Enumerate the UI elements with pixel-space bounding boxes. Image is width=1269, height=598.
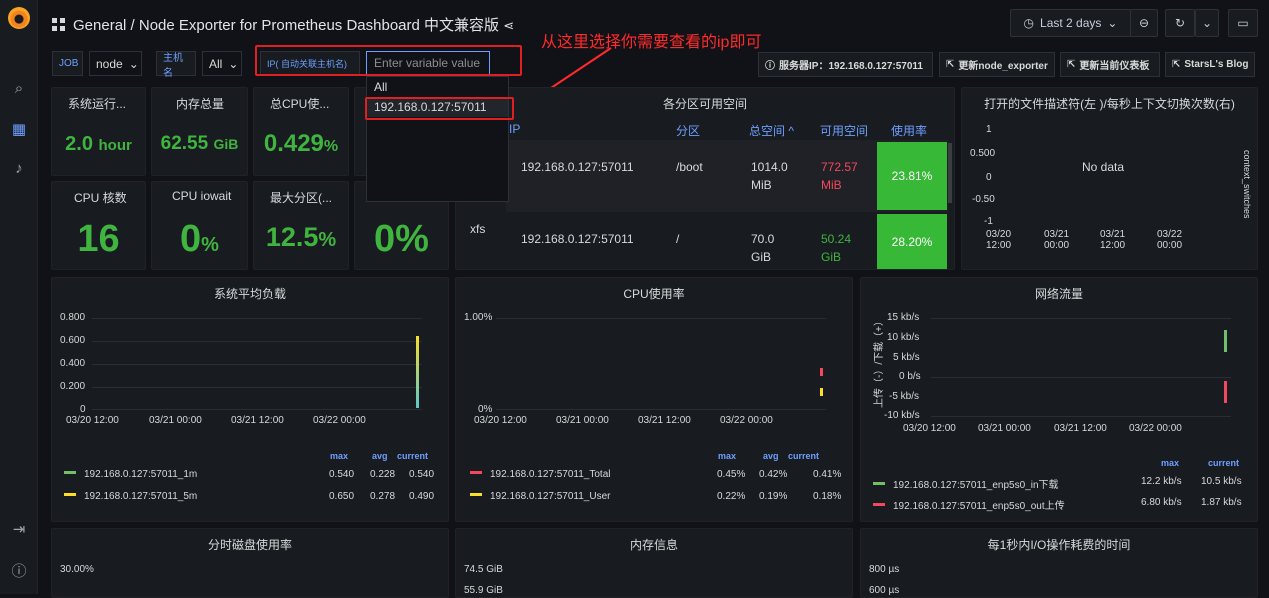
- disk-usage-panel: 分时磁盘使用率 30.00%: [51, 528, 449, 598]
- alert-bell-icon[interactable]: ♪: [0, 160, 38, 177]
- external-link-icon: ⇱: [946, 59, 955, 70]
- job-select[interactable]: node ⌄: [89, 51, 142, 76]
- host-label: 主机名: [156, 51, 196, 79]
- memory-info-panel: 内存信息 74.5 GiB 55.9 GiB: [455, 528, 853, 598]
- cpu-usage-panel: CPU使用率 1.00% 0% 03/20 12:00 03/21 00:00 …: [455, 277, 853, 522]
- disk-space-table: 各分区可用空间 IP 分区 总空间 ^ 可用空间 使用率 192.168.0.1…: [455, 87, 955, 270]
- refresh-interval-dropdown[interactable]: ⌄: [1195, 9, 1219, 37]
- sidebar: ⌕ ▦ ♪ ⇥ ⓘ: [0, 0, 38, 594]
- blog-link[interactable]: ⇱ StarsL's Blog: [1165, 52, 1255, 77]
- chevron-down-icon: ⌄: [128, 56, 139, 71]
- legend-item[interactable]: 192.168.0.127:57011_1m: [64, 469, 197, 480]
- refresh-button[interactable]: ↻: [1165, 9, 1195, 37]
- grafana-logo-icon[interactable]: [8, 7, 30, 29]
- chevron-down-icon: ⌄: [228, 56, 239, 71]
- zoom-out-button[interactable]: ⊖: [1130, 9, 1158, 37]
- col-avail[interactable]: 可用空间: [820, 122, 868, 139]
- info-icon: ⓘ: [765, 61, 775, 72]
- col-ip[interactable]: IP: [509, 122, 520, 136]
- fd-context-switch-panel: 打开的文件描述符(左 )/每秒上下文切换次数(右) 1 0.500 0 -0.5…: [961, 87, 1258, 270]
- sign-in-icon[interactable]: ⇥: [0, 520, 38, 538]
- dashboard-title[interactable]: General / Node Exporter for Prometheus D…: [52, 14, 514, 35]
- annotation-box-input: [255, 45, 522, 76]
- table-row: 192.168.0.127:57011 /boot 1014.0 MiB 772…: [506, 140, 948, 212]
- table-row: xfs 192.168.0.127:57011 / 70.0 GiB 50.24…: [456, 214, 948, 269]
- dropdown-option-all[interactable]: All: [367, 77, 508, 97]
- stat-cpu-cores: CPU 核数 16: [51, 181, 146, 270]
- network-traffic-panel: 网络流量 15 kb/s 10 kb/s 5 kb/s 0 b/s -5 kb/…: [860, 277, 1258, 522]
- col-partition[interactable]: 分区: [676, 122, 700, 139]
- legend-item[interactable]: 192.168.0.127:57011_enp5s0_out上传: [873, 497, 1065, 512]
- col-usage[interactable]: 使用率: [891, 122, 927, 139]
- share-icon[interactable]: ⋖: [503, 18, 514, 33]
- stat-cpu-usage: 总CPU使... 0.429%: [253, 87, 349, 176]
- tv-mode-button[interactable]: ▭: [1228, 9, 1258, 37]
- load-average-panel: 系统平均负载 0.800 0.600 0.400 0.200 0 03/20 1…: [51, 277, 449, 522]
- annotation-box-option: [365, 97, 514, 120]
- host-select[interactable]: All ⌄: [202, 51, 242, 76]
- variables-bar: JOB node ⌄ 主机名 All ⌄ IP( 自动关联主机名) Enter va…: [38, 46, 1269, 80]
- clock-icon: ◷: [1023, 16, 1035, 30]
- update-dashboard-link[interactable]: ⇱ 更新当前仪表板: [1060, 52, 1160, 77]
- help-icon[interactable]: ⓘ: [0, 560, 38, 581]
- search-icon[interactable]: ⌕: [0, 80, 38, 97]
- dashboards-icon[interactable]: ▦: [0, 120, 38, 138]
- time-range-picker[interactable]: ◷ Last 2 days ⌄: [1010, 9, 1131, 37]
- stat-cpu-iowait: CPU iowait 0%: [151, 181, 248, 270]
- apps-grid-icon: [52, 18, 65, 31]
- legend-item[interactable]: 192.168.0.127:57011_enp5s0_in下载: [873, 476, 1059, 491]
- update-node-exporter-link[interactable]: ⇱ 更新node_exporter: [939, 52, 1055, 77]
- col-total[interactable]: 总空间 ^: [749, 122, 794, 139]
- stat-max-partition: 最大分区(... 12.5%: [253, 181, 349, 270]
- external-link-icon: ⇱: [1067, 59, 1076, 70]
- stat-memory: 内存总量 62.55 GiB: [151, 87, 248, 176]
- io-time-panel: 每1秒内I/O操作耗费的时间 800 µs 600 µs: [860, 528, 1258, 598]
- legend-item[interactable]: 192.168.0.127:57011_User: [470, 491, 610, 502]
- load-series-spike: [416, 336, 419, 408]
- scrollbar[interactable]: [948, 143, 952, 203]
- legend-item[interactable]: 192.168.0.127:57011_Total: [470, 469, 610, 480]
- ip-dropdown-menu: All 192.168.0.127:57011: [366, 76, 509, 202]
- stat-uptime: 系统运行... 2.0 hour: [51, 87, 146, 176]
- external-link-icon: ⇱: [1172, 59, 1181, 70]
- chevron-down-icon: ⌄: [1107, 16, 1118, 30]
- job-label: JOB: [52, 51, 83, 76]
- legend-item[interactable]: 192.168.0.127:57011_5m: [64, 491, 197, 502]
- server-ip-link[interactable]: ⓘ 服务器IP：192.168.0.127:57011: [758, 52, 933, 77]
